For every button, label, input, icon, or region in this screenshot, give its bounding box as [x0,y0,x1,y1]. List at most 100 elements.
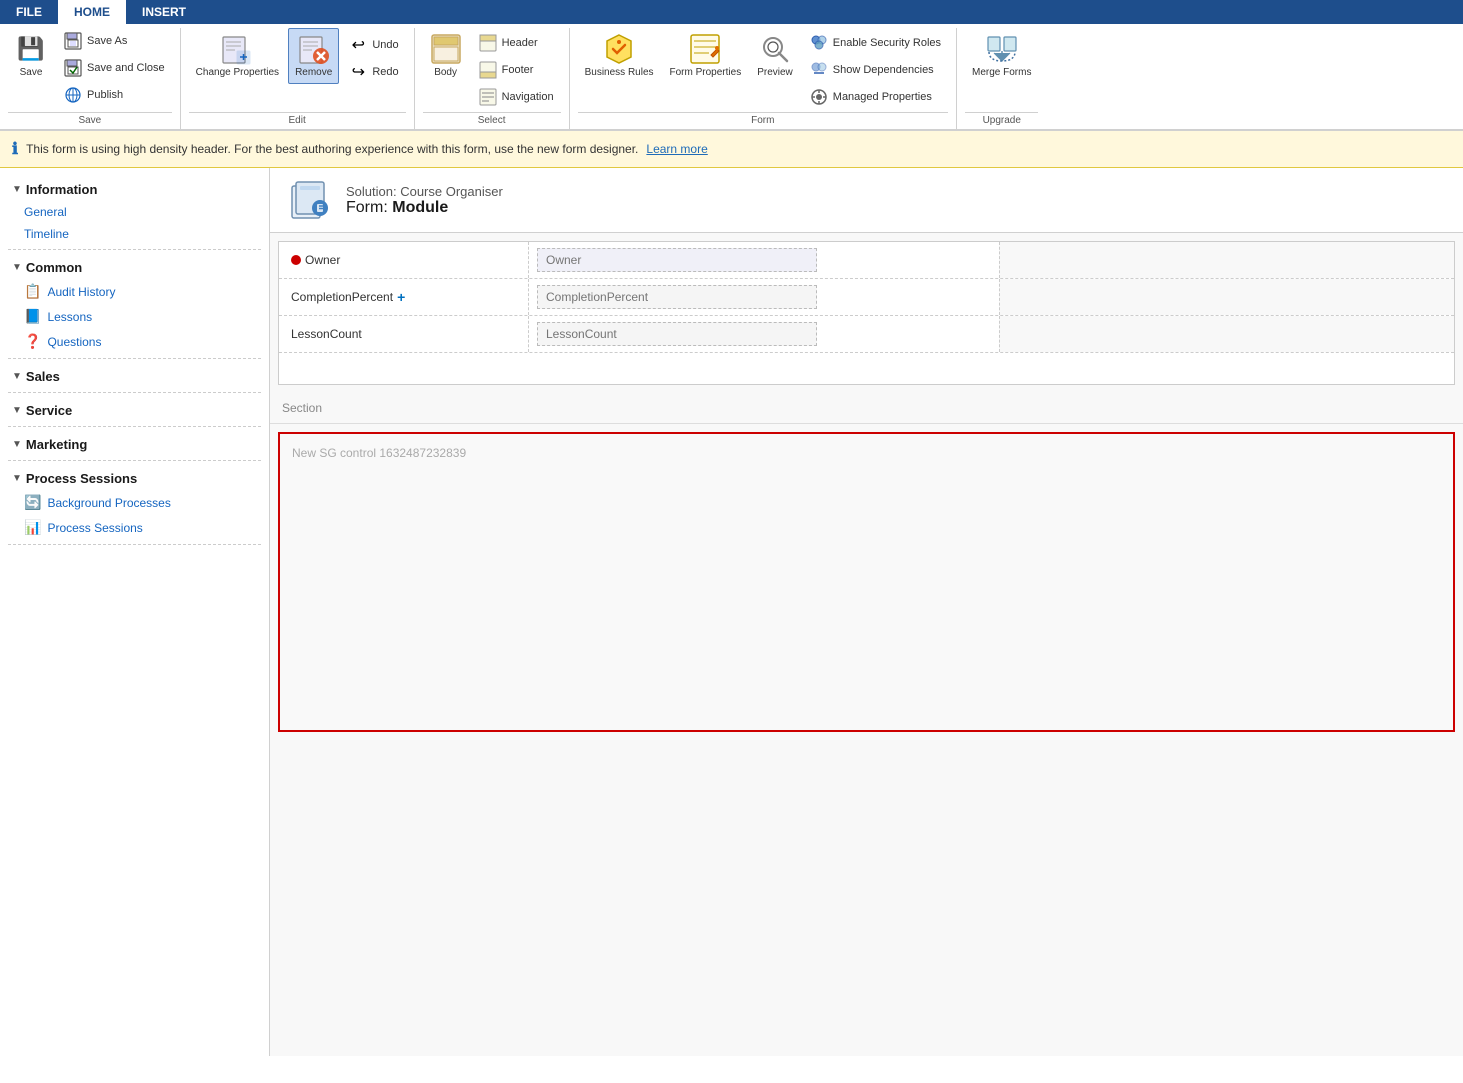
enable-security-roles-label: Enable Security Roles [833,37,941,49]
tab-home[interactable]: HOME [58,0,126,24]
sidebar-item-background-processes[interactable]: 🔄 Background Processes [0,490,269,515]
business-rules-icon [603,33,635,65]
body-button[interactable]: Body [423,28,469,84]
form-header: Solution: Course Organiser Form: Module [270,168,1463,233]
sg-control-area[interactable]: New SG control 1632487232839 [278,432,1455,732]
show-dependencies-button[interactable]: Show Dependencies [802,57,948,83]
owner-input[interactable] [537,248,817,272]
lessoncount-input[interactable] [537,322,817,346]
process-sessions-label: Process Sessions [26,471,137,486]
change-properties-button[interactable]: Change Properties [189,28,286,84]
audit-history-label: Audit History [47,285,115,299]
ribbon-content: 💾 Save Save As Save and [0,24,1463,130]
managed-properties-icon [809,87,829,107]
sidebar-item-lessons[interactable]: 📘 Lessons [0,304,269,329]
save-and-close-button[interactable]: Save and Close [56,55,172,81]
publish-icon [63,85,83,105]
service-triangle: ▼ [12,405,22,416]
form-type-label: Form: [346,199,388,216]
redo-icon: ↪ [348,62,368,82]
process-sessions-triangle: ▼ [12,473,22,484]
general-label: General [24,205,67,219]
change-properties-label: Change Properties [196,67,279,79]
enable-security-roles-button[interactable]: Enable Security Roles [802,30,948,56]
questions-label: Questions [47,335,101,349]
body-icon [430,33,462,65]
sidebar-section-marketing: ▼ Marketing [0,431,269,456]
change-properties-icon [221,33,253,65]
save-icon: 💾 [15,33,47,65]
header-label: Header [502,37,538,49]
lessoncount-label: LessonCount [279,316,529,352]
process-sessions-item-label: Process Sessions [47,521,142,535]
remove-button[interactable]: Remove [288,28,339,84]
information-label: Information [26,182,98,197]
form-group-label: Form [578,112,948,129]
navigation-button[interactable]: Navigation [471,84,561,110]
sidebar-item-questions[interactable]: ❓ Questions [0,329,269,354]
service-label: Service [26,403,72,418]
publish-button[interactable]: Publish [56,82,172,108]
table-row: Owner [279,242,1454,279]
merge-forms-icon [986,33,1018,65]
info-bar: ℹ This form is using high density header… [0,131,1463,168]
lessons-icon: 📘 [24,308,41,325]
undo-icon: ↩ [348,35,368,55]
remove-label: Remove [295,67,332,79]
preview-button[interactable]: Preview [750,28,800,84]
divider-4 [8,426,261,427]
redo-button[interactable]: ↪ Redo [341,59,405,85]
learn-more-link[interactable]: Learn more [646,142,707,156]
ribbon-group-form-items: Business Rules Form Prope [578,28,948,110]
information-triangle: ▼ [12,184,22,195]
business-rules-button[interactable]: Business Rules [578,28,661,84]
ribbon-group-select: Body Header Footer [415,28,570,129]
timeline-label: Timeline [24,227,69,241]
owner-label: Owner [279,242,529,278]
completionpercent-input[interactable] [537,285,817,309]
tab-file[interactable]: FILE [0,0,58,24]
sidebar-item-timeline[interactable]: Timeline [0,223,269,245]
sg-control-text: New SG control 1632487232839 [292,446,1441,460]
form-properties-label: Form Properties [670,67,742,79]
save-button[interactable]: 💾 Save [8,28,54,84]
sidebar-section-common: ▼ Common [0,254,269,279]
enable-security-roles-icon [809,33,829,53]
tab-insert[interactable]: INSERT [126,0,202,24]
sidebar-item-general[interactable]: General [0,201,269,223]
divider-2 [8,358,261,359]
ribbon-group-upgrade-items: Merge Forms [965,28,1038,110]
header-icon [478,33,498,53]
form-properties-button[interactable]: Form Properties [663,28,749,84]
select-group-label: Select [423,112,561,129]
marketing-label: Marketing [26,437,87,452]
header-button[interactable]: Header [471,30,561,56]
preview-label: Preview [757,67,793,79]
save-as-button[interactable]: Save As [56,28,172,54]
sidebar-item-audit-history[interactable]: 📋 Audit History [0,279,269,304]
save-group-label: Save [8,112,172,129]
lessons-label: Lessons [47,310,92,324]
divider-1 [8,249,261,250]
merge-forms-button[interactable]: Merge Forms [965,28,1038,84]
show-dependencies-label: Show Dependencies [833,64,934,76]
footer-button[interactable]: Footer [471,57,561,83]
spacer-row [279,352,1454,384]
remove-icon [298,33,330,65]
owner-field-right [999,242,1454,278]
footer-icon [478,60,498,80]
sidebar-item-process-sessions[interactable]: 📊 Process Sessions [0,515,269,540]
background-processes-label: Background Processes [47,496,170,510]
save-label: Save [20,67,43,79]
content-area: Solution: Course Organiser Form: Module … [270,168,1463,1056]
completionpercent-label: CompletionPercent + [279,279,529,315]
section-label: Section [270,393,1463,424]
undo-label: Undo [372,39,398,51]
sidebar-section-process-sessions: ▼ Process Sessions [0,465,269,490]
sidebar-section-service: ▼ Service [0,397,269,422]
managed-properties-button[interactable]: Managed Properties [802,84,948,110]
completionpercent-field-right [999,279,1454,315]
save-stack: Save As Save and Close Publish [56,28,172,108]
undo-button[interactable]: ↩ Undo [341,32,405,58]
upgrade-group-label: Upgrade [965,112,1038,129]
